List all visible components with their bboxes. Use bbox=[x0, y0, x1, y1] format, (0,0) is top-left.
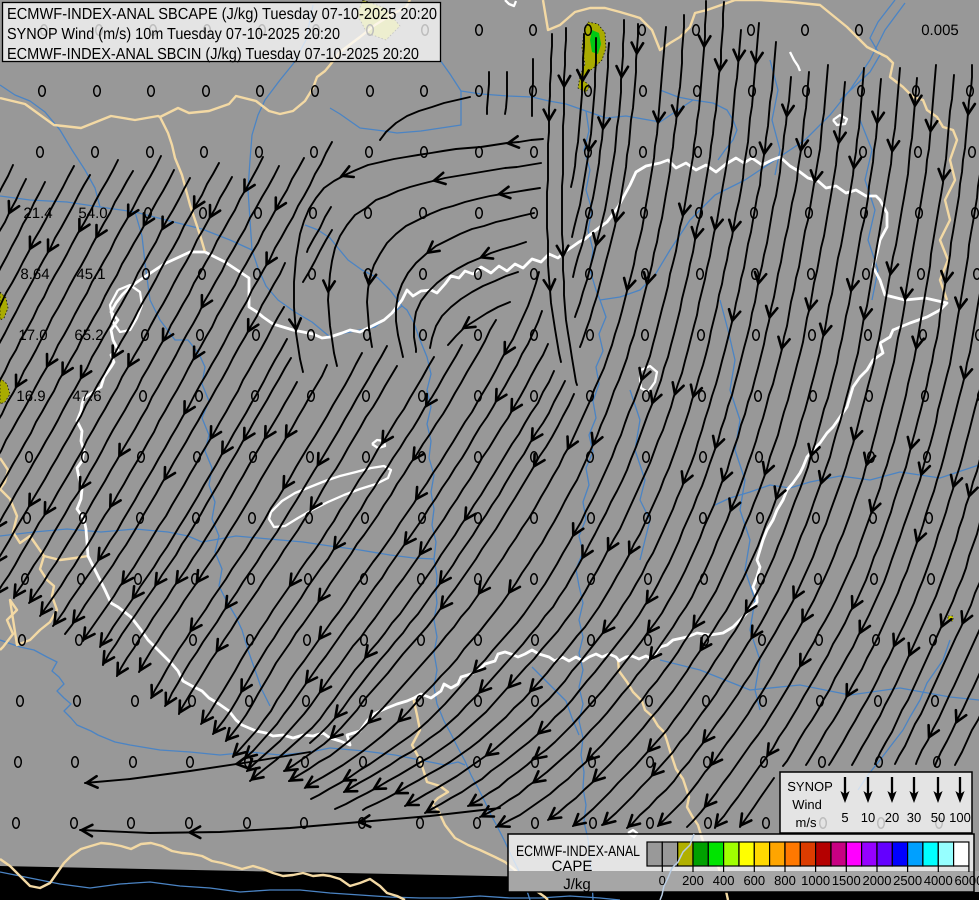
svg-text:0.005: 0.005 bbox=[921, 22, 959, 39]
svg-text:ECMWF-INDEX-ANAL SBCIN (J/kg): ECMWF-INDEX-ANAL SBCIN (J/kg) Tuesday 07… bbox=[7, 46, 419, 63]
svg-text:1000: 1000 bbox=[801, 873, 830, 888]
svg-text:CAPE: CAPE bbox=[552, 858, 593, 875]
svg-text:45.1: 45.1 bbox=[76, 266, 105, 283]
svg-text:30: 30 bbox=[907, 810, 921, 825]
svg-text:2000: 2000 bbox=[863, 873, 892, 888]
svg-text:ECMWF-INDEX-ANAL SBCAPE (J/kg): ECMWF-INDEX-ANAL SBCAPE (J/kg) Tuesday 0… bbox=[7, 6, 437, 23]
svg-text:SYNOP Wind (m/s) 10m Tuesday 0: SYNOP Wind (m/s) 10m Tuesday 07-10-2025 … bbox=[7, 26, 340, 43]
svg-text:10: 10 bbox=[861, 810, 875, 825]
svg-text:SYNOP: SYNOP bbox=[787, 779, 833, 794]
svg-text:J/kg: J/kg bbox=[563, 876, 591, 893]
svg-text:Wind: Wind bbox=[792, 797, 822, 812]
svg-text:6000: 6000 bbox=[954, 873, 979, 888]
svg-text:4000: 4000 bbox=[924, 873, 953, 888]
svg-text:m/s: m/s bbox=[796, 815, 817, 830]
svg-text:20: 20 bbox=[885, 810, 899, 825]
svg-text:5: 5 bbox=[841, 810, 848, 825]
svg-text:600: 600 bbox=[743, 873, 765, 888]
svg-text:200: 200 bbox=[682, 873, 704, 888]
svg-text:400: 400 bbox=[713, 873, 735, 888]
svg-text:1500: 1500 bbox=[832, 873, 861, 888]
svg-text:800: 800 bbox=[774, 873, 796, 888]
svg-text:50: 50 bbox=[931, 810, 945, 825]
svg-text:65.2: 65.2 bbox=[74, 327, 103, 344]
svg-text:100: 100 bbox=[949, 810, 971, 825]
svg-text:2500: 2500 bbox=[893, 873, 922, 888]
